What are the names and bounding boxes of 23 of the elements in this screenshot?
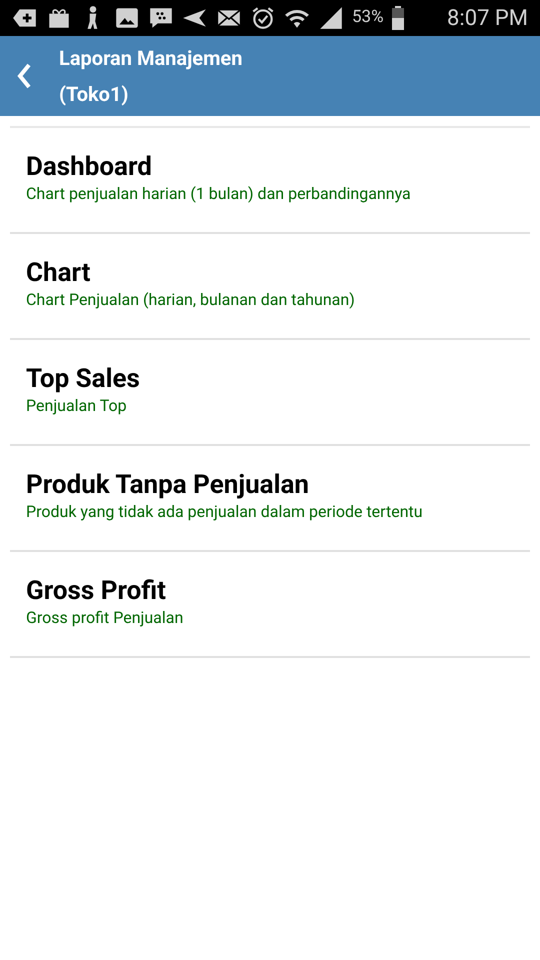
signal-icon (318, 5, 344, 31)
item-title: Gross Profit (26, 575, 167, 607)
battery-percent: 53% (352, 6, 384, 30)
item-description: Gross profit Penjualan (26, 607, 184, 629)
alarm-icon (250, 5, 276, 31)
screen-subtitle: (Toko1) (59, 81, 130, 108)
item-description: Produk yang tidak ada penjualan dalam periode tertentu (26, 501, 424, 523)
item-description: Penjualan Top (26, 395, 128, 417)
item-title: Chart (26, 257, 92, 289)
screen-title: Laporan Manajemen (59, 45, 242, 72)
item-title: Produk Tanpa Penjualan (26, 469, 310, 501)
item-title: Dashboard (26, 151, 153, 183)
battery-icon (392, 6, 404, 30)
menu-item[interactable]: Produk Tanpa Penjualan Produk yang tidak ada penjualan dalam periode tertentu (10, 446, 530, 552)
back-icon (17, 63, 31, 89)
menu-item[interactable]: Top Sales Penjualan Top (10, 340, 530, 446)
menu-item[interactable]: Gross Profit Gross profit Penjualan (10, 552, 530, 658)
menu-item[interactable]: Dashboard Chart penjualan harian (1 bulan) dan perbandingannya (10, 128, 530, 234)
menu-item[interactable]: Chart Chart Penjualan (harian, bulanan dan tahunan) (10, 234, 530, 340)
item-description: Chart penjualan harian (1 bulan) dan perbandingannya (26, 183, 412, 205)
clock-time: 8:07 PM (447, 4, 528, 32)
item-description: Chart Penjualan (harian, bulanan dan tahunan) (26, 289, 356, 311)
item-title: Top Sales (26, 363, 141, 395)
